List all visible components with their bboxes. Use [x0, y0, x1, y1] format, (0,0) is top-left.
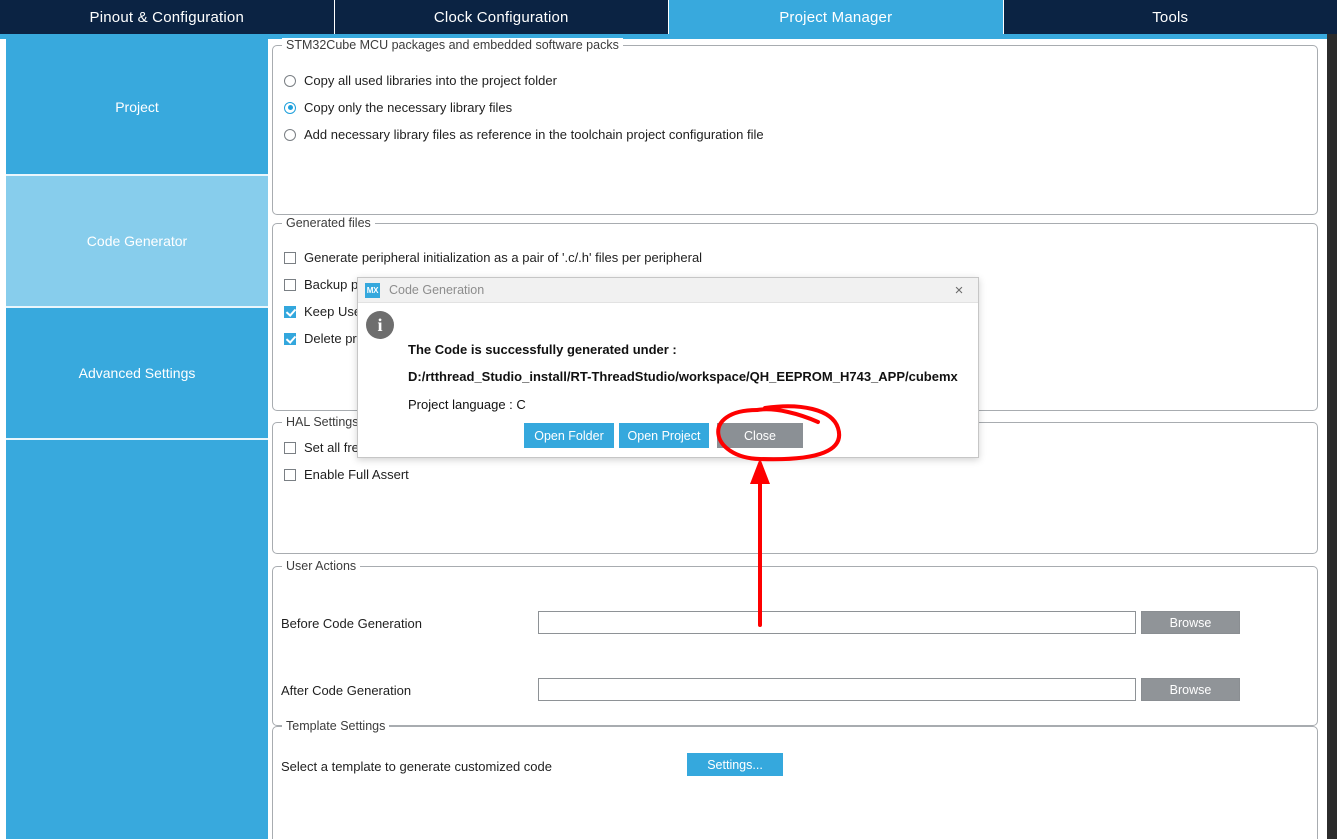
open-folder-button[interactable]: Open Folder — [524, 423, 614, 448]
dialog-project-language: Project language : C — [408, 397, 526, 412]
option-label: Enable Full Assert — [304, 467, 409, 482]
option-label: Keep Use — [304, 304, 362, 319]
checkbox-indicator — [284, 251, 296, 264]
sidebar-item-label: Code Generator — [86, 233, 188, 249]
radio-indicator-selected — [284, 101, 296, 114]
button-label: Browse — [1169, 615, 1212, 630]
dialog-output-path: D:/rtthread_Studio_install/RT-ThreadStud… — [408, 369, 958, 384]
close-icon[interactable]: × — [940, 278, 978, 303]
checkbox-indicator-checked — [284, 332, 296, 345]
group-user-actions: User Actions Before Code Generation Brow… — [272, 559, 1318, 726]
option-label: Set all fre — [304, 440, 359, 455]
group-title: Template Settings — [282, 719, 390, 733]
option-label: Copy only the necessary library files — [304, 100, 513, 115]
tab-label: Tools — [1152, 8, 1189, 26]
project-manager-sidebar: Project Code Generator Advanced Settings — [6, 39, 268, 839]
tab-label: Clock Configuration — [433, 8, 569, 26]
label-select-template: Select a template to generate customized… — [281, 759, 552, 774]
sidebar-item-label: Project — [115, 98, 159, 115]
checkbox-delete-previously-generated[interactable]: Delete pre — [284, 331, 364, 346]
group-template-settings: Template Settings Select a template to g… — [272, 719, 1318, 839]
before-code-generation-browse-button[interactable]: Browse — [1141, 611, 1240, 634]
radio-copy-all-used-libraries[interactable]: Copy all used libraries into the project… — [284, 73, 557, 88]
option-label: Add necessary library files as reference… — [304, 127, 764, 142]
group-title: Generated files — [282, 216, 375, 230]
tab-pinout-configuration[interactable]: Pinout & Configuration — [0, 0, 335, 34]
radio-indicator — [284, 74, 296, 87]
group-mcu-packages: STM32Cube MCU packages and embedded soft… — [272, 38, 1318, 215]
main-tab-bar: Pinout & Configuration Clock Configurati… — [0, 0, 1337, 34]
before-code-generation-input[interactable] — [538, 611, 1136, 634]
dialog-close-button[interactable]: Close — [717, 423, 803, 448]
button-label: Close — [744, 428, 776, 443]
after-code-generation-input[interactable] — [538, 678, 1136, 701]
stm32cubemx-window: Pinout & Configuration Clock Configurati… — [0, 0, 1337, 839]
checkbox-indicator — [284, 468, 296, 481]
group-title: User Actions — [282, 559, 361, 573]
sidebar-item-label: Advanced Settings — [78, 365, 196, 381]
dialog-title: Code Generation — [389, 283, 485, 297]
checkbox-indicator — [284, 441, 296, 454]
template-settings-button[interactable]: Settings... — [687, 753, 783, 776]
info-icon: i — [366, 311, 394, 339]
after-code-generation-browse-button[interactable]: Browse — [1141, 678, 1240, 701]
group-title: HAL Settings — [282, 415, 363, 429]
checkbox-enable-full-assert[interactable]: Enable Full Assert — [284, 467, 409, 482]
group-title: STM32Cube MCU packages and embedded soft… — [282, 38, 623, 52]
radio-copy-only-necessary[interactable]: Copy only the necessary library files — [284, 100, 512, 115]
sidebar-item-project[interactable]: Project — [6, 39, 268, 176]
sidebar-item-blank — [6, 440, 268, 839]
button-label: Open Project — [627, 428, 701, 443]
checkbox-indicator — [284, 278, 296, 291]
dialog-message-line-1: The Code is successfully generated under… — [408, 342, 677, 357]
checkbox-generate-peripheral-init[interactable]: Generate peripheral initialization as a … — [284, 250, 702, 265]
radio-add-as-reference[interactable]: Add necessary library files as reference… — [284, 127, 764, 142]
checkbox-set-all-free-pins[interactable]: Set all fre — [284, 440, 359, 455]
checkbox-indicator-checked — [284, 305, 296, 318]
tab-clock-configuration[interactable]: Clock Configuration — [335, 0, 669, 34]
dialog-titlebar: MX Code Generation × — [358, 278, 978, 303]
label-before-code-generation: Before Code Generation — [281, 616, 422, 631]
checkbox-keep-user-code[interactable]: Keep Use — [284, 304, 361, 319]
tab-project-manager[interactable]: Project Manager — [669, 0, 1004, 34]
label-after-code-generation: After Code Generation — [281, 683, 412, 698]
open-project-button[interactable]: Open Project — [619, 423, 709, 448]
mx-logo-icon: MX — [365, 282, 380, 298]
button-label: Open Folder — [534, 428, 604, 443]
option-label: Delete pre — [304, 331, 364, 346]
tab-label: Project Manager — [779, 8, 893, 26]
code-generation-dialog: MX Code Generation × i The Code is succe… — [357, 277, 979, 458]
radio-indicator — [284, 128, 296, 141]
option-label: Copy all used libraries into the project… — [304, 73, 557, 88]
button-label: Browse — [1169, 682, 1212, 697]
tab-label: Pinout & Configuration — [89, 8, 244, 26]
sidebar-item-code-generator[interactable]: Code Generator — [6, 176, 268, 308]
window-right-edge — [1327, 34, 1337, 839]
tab-tools[interactable]: Tools — [1004, 0, 1337, 34]
button-label: Settings... — [707, 757, 763, 772]
option-label: Generate peripheral initialization as a … — [304, 250, 703, 265]
sidebar-item-advanced-settings[interactable]: Advanced Settings — [6, 308, 268, 440]
